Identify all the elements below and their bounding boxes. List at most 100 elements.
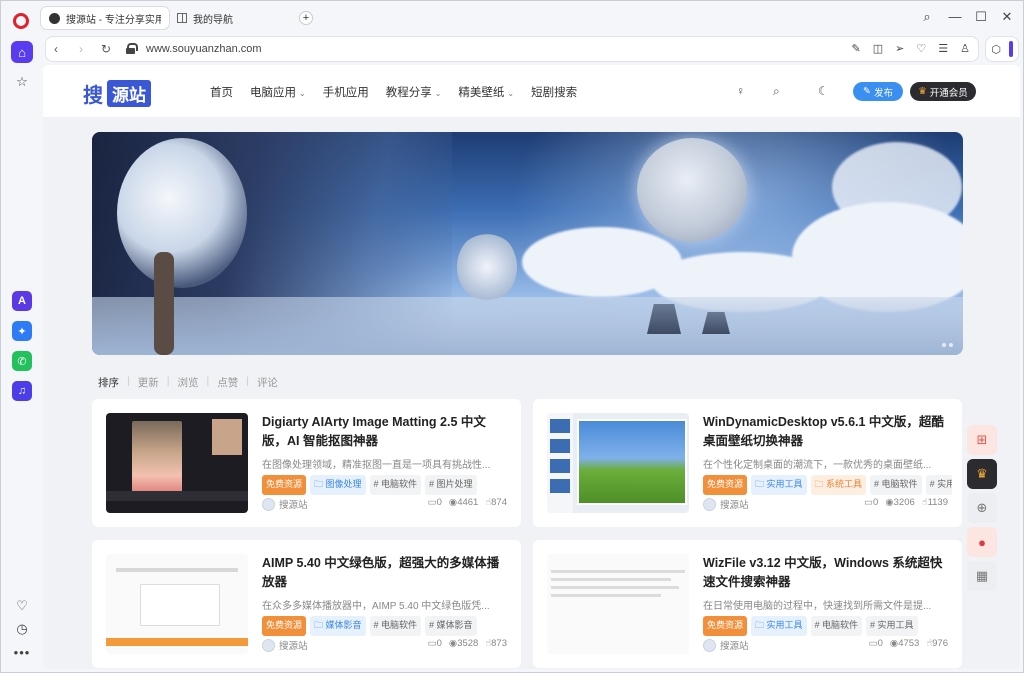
site-header: 搜 源站 首页 电脑应用 ⌄ 手机应用 教程分享 ⌄ 精美壁纸 ⌄ 短剧搜索 ♀ ⌕ … [43,65,1020,117]
nav-tutorials[interactable]: 教程分享 ⌄ [386,84,442,100]
article-card[interactable]: WizFile v3.12 中文版，Windows 系统超快速文件搜索神器 在日… [533,540,962,668]
view-count: ◉4753 [889,638,920,649]
nav-mobile-apps[interactable]: 手机应用 [323,84,369,100]
avatar[interactable] [703,497,716,511]
reload-icon[interactable]: ↻ [101,42,111,56]
tag[interactable]: # 实用工具 [866,616,918,636]
opera-logo-icon[interactable] [13,13,29,29]
sort-label: 排序 [98,377,119,389]
messenger-icon[interactable]: ✦ [12,321,32,341]
author-name[interactable]: 搜源站 [279,638,308,652]
history-icon[interactable]: ◷ [11,618,33,640]
tag[interactable]: # 媒体影音 [425,616,477,636]
more-icon[interactable]: ••• [11,641,33,663]
close-button[interactable]: ✕ [997,9,1017,25]
tag[interactable]: 免费资源 [262,475,307,495]
publish-button[interactable]: ✎ 发布 [853,82,903,101]
tab-souyuanzhan[interactable]: 搜源站 - 专注分享实用软 [41,7,169,29]
nav-pc-apps[interactable]: 电脑应用 ⌄ [250,84,306,100]
tab-label: 搜源站 - 专注分享实用软 [66,14,161,26]
nav-wallpapers[interactable]: 精美壁纸 ⌄ [458,84,514,100]
minimize-button[interactable]: — [945,9,965,24]
avatar[interactable] [262,497,275,511]
tag[interactable]: # 实用工 [925,475,952,495]
tag[interactable]: # 电脑软件 [369,475,422,495]
avatar[interactable] [262,638,275,652]
back-icon[interactable]: ‹ [54,42,58,56]
hero-banner[interactable] [92,132,963,355]
article-thumbnail[interactable] [106,554,248,654]
eye-icon: ◉ [885,497,894,508]
forward-icon[interactable]: › [79,42,83,56]
avatar[interactable] [703,638,716,652]
article-thumbnail[interactable] [547,554,689,654]
send-icon[interactable]: ➢ [895,42,904,55]
heart-icon[interactable]: ♡ [916,42,926,55]
tag[interactable]: 🗀 实用工具 [751,475,807,495]
article-card[interactable]: Digiarty AIArty Image Matting 2.5 中文版，AI… [92,399,521,527]
tag[interactable]: 🗀 媒体影音 [310,616,366,636]
gift-icon[interactable]: ⊞ [967,425,997,455]
aria-icon[interactable]: A [12,291,32,311]
home-icon[interactable]: ⌂ [11,41,33,63]
article-card[interactable]: WinDynamicDesktop v5.6.1 中文版，超酷桌面壁纸切换神器 … [533,399,962,527]
page-viewport: 搜 源站 首页 电脑应用 ⌄ 手机应用 教程分享 ⌄ 精美壁纸 ⌄ 短剧搜索 ♀ ⌕ … [43,65,1020,669]
add-icon[interactable]: ⊕ [967,493,997,523]
tag[interactable]: 免费资源 [703,616,748,636]
nav-drama-search[interactable]: 短剧搜索 [531,84,577,100]
tab-my-nav[interactable]: 我的导航 [169,7,299,29]
article-card[interactable]: AIMP 5.40 中文绿色版，超强大的多媒体播放器 在众多多媒体播放器中，AI… [92,540,521,668]
address-tools: ✎ ◫ ➢ ♡ ☰ ♙ [852,42,970,55]
article-title[interactable]: WizFile v3.12 中文版，Windows 系统超快速文件搜索神器 [703,554,948,592]
dark-mode-icon[interactable]: ☾ [818,84,829,98]
url-text[interactable]: www.souyuanzhan.com [146,43,262,55]
tag[interactable]: 免费资源 [262,616,307,636]
new-tab-button[interactable]: + [299,11,313,25]
tag[interactable]: # 电脑软件 [810,616,863,636]
tag[interactable]: 🗀 实用工具 [751,616,807,636]
heart-icon[interactable]: ♡ [11,595,33,617]
article-title[interactable]: Digiarty AIArty Image Matting 2.5 中文版，AI… [262,413,507,451]
tag[interactable]: 🗀 图像处理 [310,475,366,495]
article-meta: 搜源站 ▭0 ◉4461 ☝874 [262,497,507,511]
search-icon[interactable]: ⌕ [773,84,780,99]
sort-likes[interactable]: 点赞 [217,375,238,390]
tag[interactable]: # 电脑软件 [369,616,422,636]
author-name[interactable]: 搜源站 [279,497,308,511]
sort-comments[interactable]: 评论 [257,375,278,390]
sidebar-toggle[interactable] [1008,41,1013,57]
author-name[interactable]: 搜源站 [720,638,749,652]
camera-icon[interactable]: ◫ [873,42,883,55]
maximize-button[interactable]: ☐ [971,9,991,25]
search-tabs-icon[interactable]: ⌕ [917,9,937,25]
lock-icon[interactable] [126,43,138,54]
tag[interactable]: # 图片处理 [425,475,477,495]
sort-update[interactable]: 更新 [138,375,159,390]
author-name[interactable]: 搜源站 [720,497,749,511]
view-count: ◉3528 [448,638,479,649]
vip-crown-icon[interactable]: ♛ [967,459,997,489]
tag[interactable]: 免费资源 [703,475,748,495]
site-logo[interactable]: 搜 源站 [83,79,151,108]
tag[interactable]: 🗀 系统工具 [810,475,867,495]
article-title[interactable]: AIMP 5.40 中文绿色版，超强大的多媒体播放器 [262,554,507,592]
menu-lines-icon[interactable]: ☰ [938,42,948,55]
vip-button[interactable]: ♛ 开通会员 [910,82,976,101]
address-bar[interactable]: ‹ › ↻ www.souyuanzhan.com ✎ ◫ ➢ ♡ ☰ ♙ [45,36,979,62]
carousel-dots[interactable] [942,343,953,347]
article-thumbnail[interactable] [547,413,689,513]
wechat-icon[interactable]: ● [967,527,997,557]
tag[interactable]: # 电脑软件 [870,475,922,495]
article-thumbnail[interactable] [106,413,248,513]
profile-icon[interactable]: ♙ [960,42,970,55]
lightbulb-icon[interactable]: ♀ [736,84,745,98]
bookmark-star-icon[interactable]: ☆ [11,71,33,93]
edit-icon[interactable]: ✎ [852,42,861,55]
qrcode-icon[interactable]: ▦ [967,561,997,591]
whatsapp-icon[interactable]: ✆ [12,351,32,371]
sort-views[interactable]: 浏览 [177,375,198,390]
music-icon[interactable]: ♫ [12,381,32,401]
nav-home[interactable]: 首页 [210,84,233,100]
article-title[interactable]: WinDynamicDesktop v5.6.1 中文版，超酷桌面壁纸切换神器 [703,413,948,451]
extensions-button[interactable]: ⬡ [985,36,1019,62]
